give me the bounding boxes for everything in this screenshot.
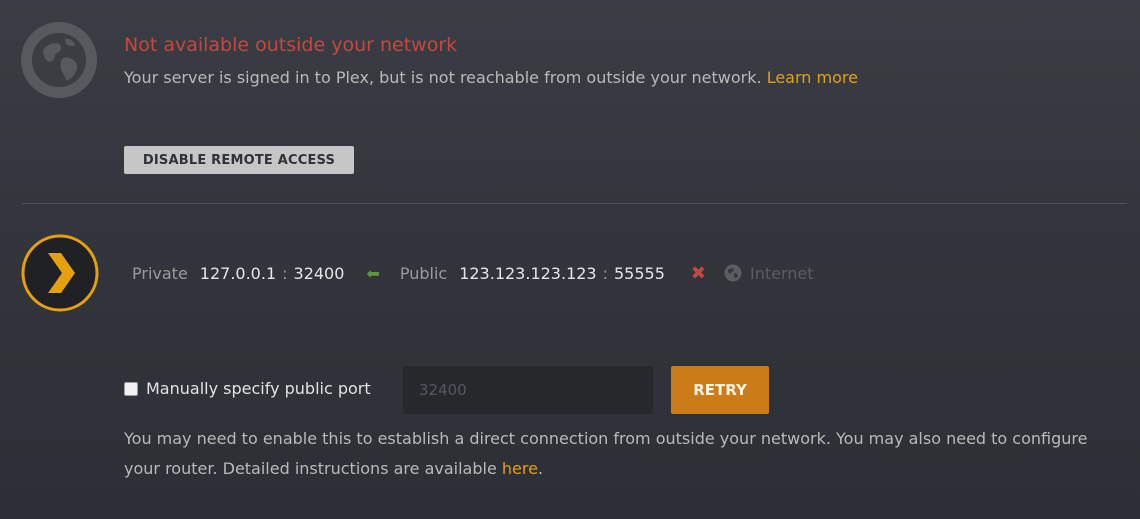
public-separator: : <box>602 263 608 283</box>
private-separator: : <box>282 263 288 283</box>
section-divider <box>22 203 1127 204</box>
manual-port-label[interactable]: Manually specify public port <box>146 379 371 398</box>
x-icon: ✖ <box>690 262 706 284</box>
private-label: Private <box>132 263 188 283</box>
help-text: You may need to enable this to establish… <box>124 424 1124 484</box>
globe-small-icon <box>724 264 742 282</box>
status-description-text: Your server is signed in to Plex, but is… <box>124 68 762 87</box>
public-port-input[interactable] <box>403 366 653 414</box>
status-title: Not available outside your network <box>124 34 458 56</box>
instructions-link[interactable]: here <box>502 459 538 478</box>
internet-label: Internet <box>750 263 814 283</box>
disable-remote-access-button[interactable]: DISABLE REMOTE ACCESS <box>124 146 354 174</box>
help-text-trailing: . <box>537 459 544 478</box>
status-description: Your server is signed in to Plex, but is… <box>124 68 858 87</box>
help-text-body: You may need to enable this to establish… <box>124 429 1088 478</box>
manual-port-checkbox[interactable] <box>124 381 138 396</box>
learn-more-link[interactable]: Learn more <box>767 68 858 87</box>
public-ip: 123.123.123.123 <box>459 263 597 283</box>
private-port: 32400 <box>293 263 345 283</box>
plex-chevron-icon <box>20 233 100 313</box>
manual-port-toggle[interactable]: Manually specify public port <box>124 379 371 398</box>
retry-button[interactable]: RETRY <box>671 366 769 414</box>
connection-row: Private 127.0.0.1 : 32400 ⬅ Public 123.1… <box>132 262 814 284</box>
globe-icon <box>21 22 97 98</box>
arrow-left-icon: ⬅ <box>366 263 380 283</box>
private-ip: 127.0.0.1 <box>199 263 277 283</box>
public-port: 55555 <box>614 263 665 283</box>
public-label: Public <box>399 263 448 283</box>
